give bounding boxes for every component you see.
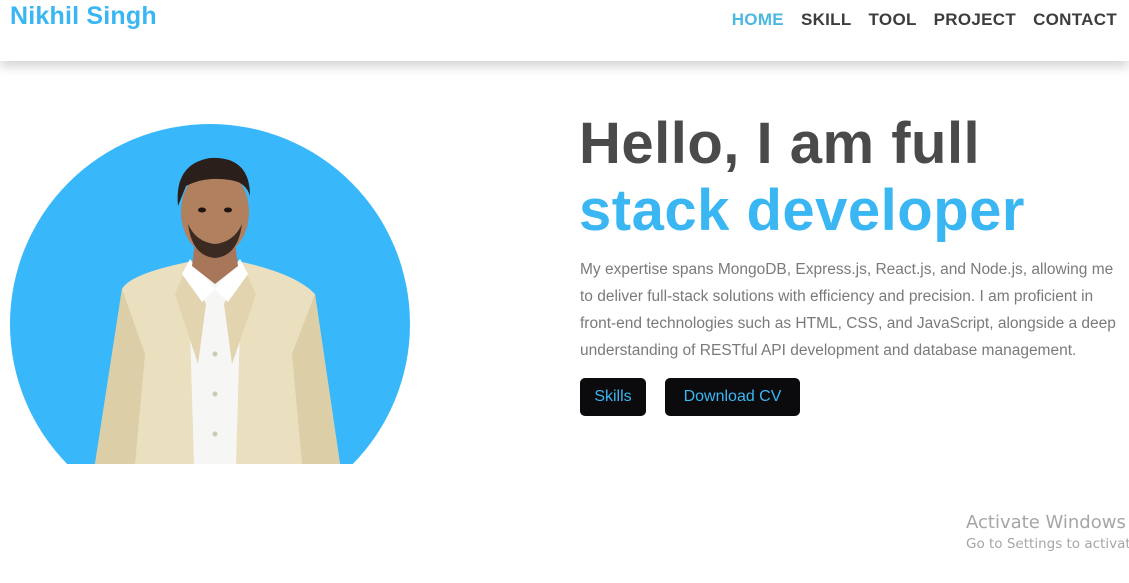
navbar: Nikhil Singh HOME SKILL TOOL PROJECT CON… [0, 0, 1129, 61]
nav-item-home[interactable]: HOME [732, 10, 784, 30]
nav-item-skill[interactable]: SKILL [801, 10, 852, 30]
hero-description: My expertise spans MongoDB, Express.js, … [580, 261, 1116, 359]
profile-photo [10, 124, 410, 464]
hero-title-line1: Hello, I am full [579, 111, 981, 176]
page: Nikhil Singh HOME SKILL TOOL PROJECT CON… [0, 0, 1129, 583]
nav-item-contact[interactable]: CONTACT [1033, 10, 1117, 30]
watermark-subtitle: Go to Settings to activate [966, 536, 1129, 552]
activate-windows-watermark: Activate Windows Go to Settings to activ… [966, 512, 1129, 552]
nav-item-project[interactable]: PROJECT [934, 10, 1016, 30]
hero-title-line2: stack developer [579, 178, 1025, 243]
hero-title: Hello, I am full stack developer [579, 110, 1025, 244]
watermark-title: Activate Windows [966, 512, 1126, 533]
main-nav: HOME SKILL TOOL PROJECT CONTACT [732, 10, 1117, 30]
person-illustration [95, 157, 340, 464]
skills-button[interactable]: Skills [580, 378, 646, 416]
download-cv-button[interactable]: Download CV [665, 378, 800, 416]
brand-logo[interactable]: Nikhil Singh [10, 2, 157, 31]
nav-item-tool[interactable]: TOOL [869, 10, 917, 30]
